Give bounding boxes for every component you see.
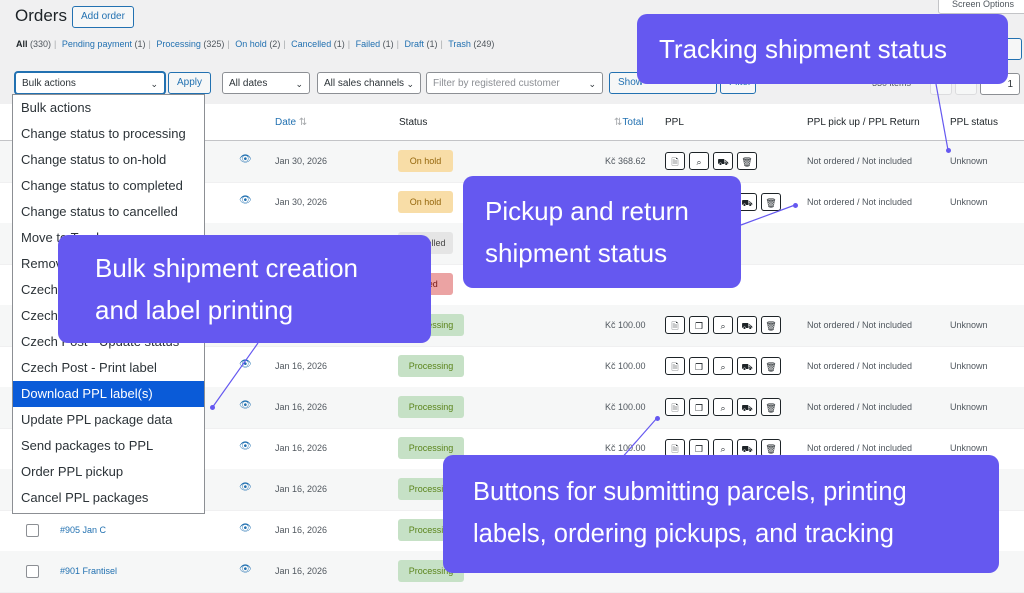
bulk-dot [210,405,215,410]
callout-pickup: Pickup and return shipment status [463,176,741,288]
callout-buttons: Buttons for submitting parcels, printing… [443,455,999,573]
tracking-connector [935,83,949,151]
tracking-dot [946,148,951,153]
buttons-connector [619,417,658,461]
callout-bulk: Bulk shipment creation and label printin… [58,235,431,343]
pickup-dot [793,203,798,208]
callout-tracking: Tracking shipment status [637,14,1008,84]
buttons-dot [655,416,660,421]
bulk-connector [211,342,259,409]
pickup-connector [740,204,796,226]
